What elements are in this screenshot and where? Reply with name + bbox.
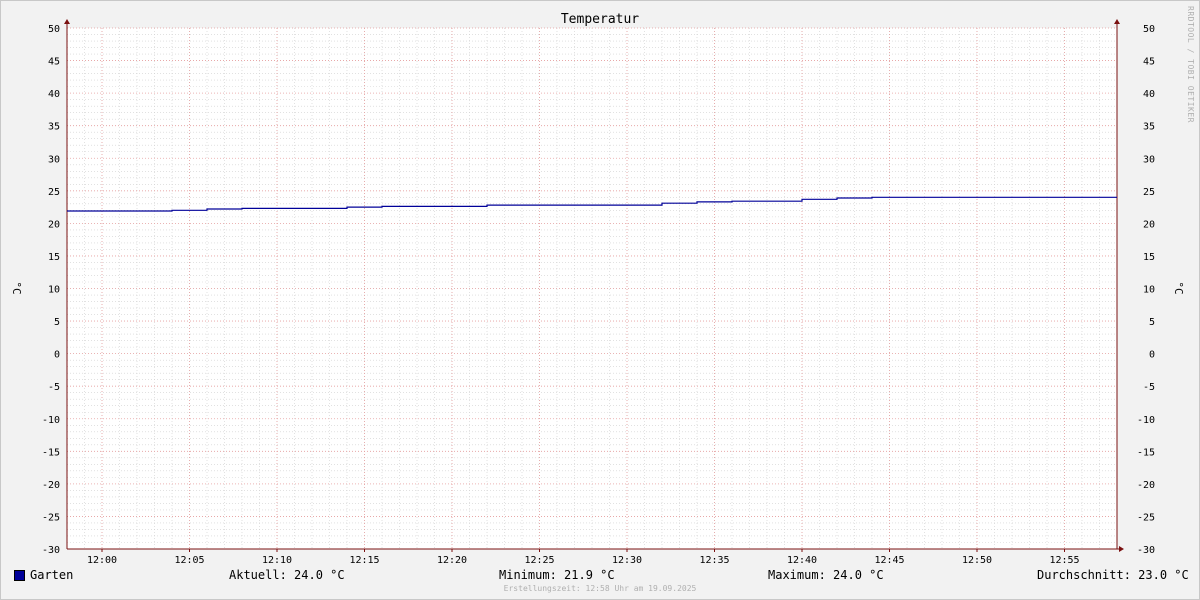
legend-durchschnitt: Durchschnitt: 23.0 °C — [1037, 568, 1189, 582]
y-tick-label-right: 45 — [1143, 57, 1155, 68]
y-tick-label-right: 35 — [1143, 122, 1155, 133]
y-tick-label-left: -30 — [42, 545, 60, 556]
legend-aktuell: Aktuell: 24.0 °C — [229, 568, 345, 582]
x-tick-label: 12:15 — [349, 555, 379, 566]
y-tick-label-left: -15 — [42, 447, 60, 458]
y-tick-labels-right: 50454035302520151050-5-10-15-20-25-30 — [1137, 24, 1155, 556]
y-tick-label-left: 5 — [54, 317, 60, 328]
x-axis-arrow — [1119, 546, 1124, 552]
y-tick-label-right: 40 — [1143, 89, 1155, 100]
x-tick-label: 12:35 — [699, 555, 729, 566]
y-tick-label-left: 50 — [48, 24, 60, 35]
y-axis-arrow-right — [1114, 19, 1120, 24]
y-tick-label-left: 45 — [48, 57, 60, 68]
y-tick-label-right: 10 — [1143, 285, 1155, 296]
y-tick-label-right: 15 — [1143, 252, 1155, 263]
x-tick-label: 12:30 — [612, 555, 642, 566]
x-tick-label: 12:40 — [787, 555, 817, 566]
y-axis-label-right: °C — [1172, 281, 1185, 294]
legend-series-label: Garten — [30, 568, 74, 582]
y-axis-label-left: °C — [10, 281, 23, 294]
y-tick-label-right: -20 — [1137, 480, 1155, 491]
y-tick-label-left: 40 — [48, 89, 60, 100]
y-tick-label-right: -15 — [1137, 447, 1155, 458]
y-tick-label-right: -25 — [1137, 512, 1155, 523]
y-tick-label-right: 5 — [1149, 317, 1155, 328]
y-tick-label-left: 30 — [48, 154, 60, 165]
y-tick-label-right: 0 — [1149, 350, 1155, 361]
legend-maximum: Maximum: 24.0 °C — [768, 568, 884, 582]
y-tick-label-right: 20 — [1143, 219, 1155, 230]
y-tick-label-right: 30 — [1143, 154, 1155, 165]
y-tick-label-right: 25 — [1143, 187, 1155, 198]
y-tick-label-right: -30 — [1137, 545, 1155, 556]
x-tick-label: 12:50 — [962, 555, 992, 566]
x-tick-label: 12:10 — [262, 555, 292, 566]
y-axis-arrow-left — [64, 19, 70, 24]
y-tick-label-left: 35 — [48, 122, 60, 133]
x-tick-label: 12:25 — [524, 555, 554, 566]
y-tick-label-left: 25 — [48, 187, 60, 198]
legend-minimum: Minimum: 21.9 °C — [499, 568, 615, 582]
x-tick-label: 12:20 — [437, 555, 467, 566]
x-tick-label: 12:00 — [87, 555, 117, 566]
x-tick-labels: 12:00 12:05 12:10 12:15 12:20 12:25 12:30 12:35… — [87, 555, 1080, 566]
y-tick-label-right: -5 — [1143, 382, 1155, 393]
y-tick-label-left: -25 — [42, 512, 60, 523]
y-tick-label-right: 50 — [1143, 24, 1155, 35]
x-tick-label: 12:45 — [874, 555, 904, 566]
y-tick-label-left: -20 — [42, 480, 60, 491]
y-tick-label-left: -10 — [42, 415, 60, 426]
creation-time-footer: Erstellungszeit: 12:58 Uhr am 19.09.2025 — [503, 584, 697, 593]
x-tick-label: 12:55 — [1049, 555, 1079, 566]
x-tick-label: 12:05 — [174, 555, 204, 566]
chart-title: Temperatur — [561, 12, 639, 27]
legend-swatch-garten — [14, 570, 25, 581]
y-tick-label-left: 10 — [48, 285, 60, 296]
temperature-chart: 50454035302520151050-5-10-15-20-25-30 50… — [10, 12, 1185, 566]
watermark: RRDTOOL / TOBI OETIKER — [1186, 6, 1195, 123]
y-tick-label-left: 15 — [48, 252, 60, 263]
y-tick-label-left: 20 — [48, 219, 60, 230]
y-tick-label-right: -10 — [1137, 415, 1155, 426]
y-tick-label-left: -5 — [48, 382, 60, 393]
y-tick-label-left: 0 — [54, 350, 60, 361]
y-tick-labels-left: 50454035302520151050-5-10-15-20-25-30 — [42, 24, 60, 556]
